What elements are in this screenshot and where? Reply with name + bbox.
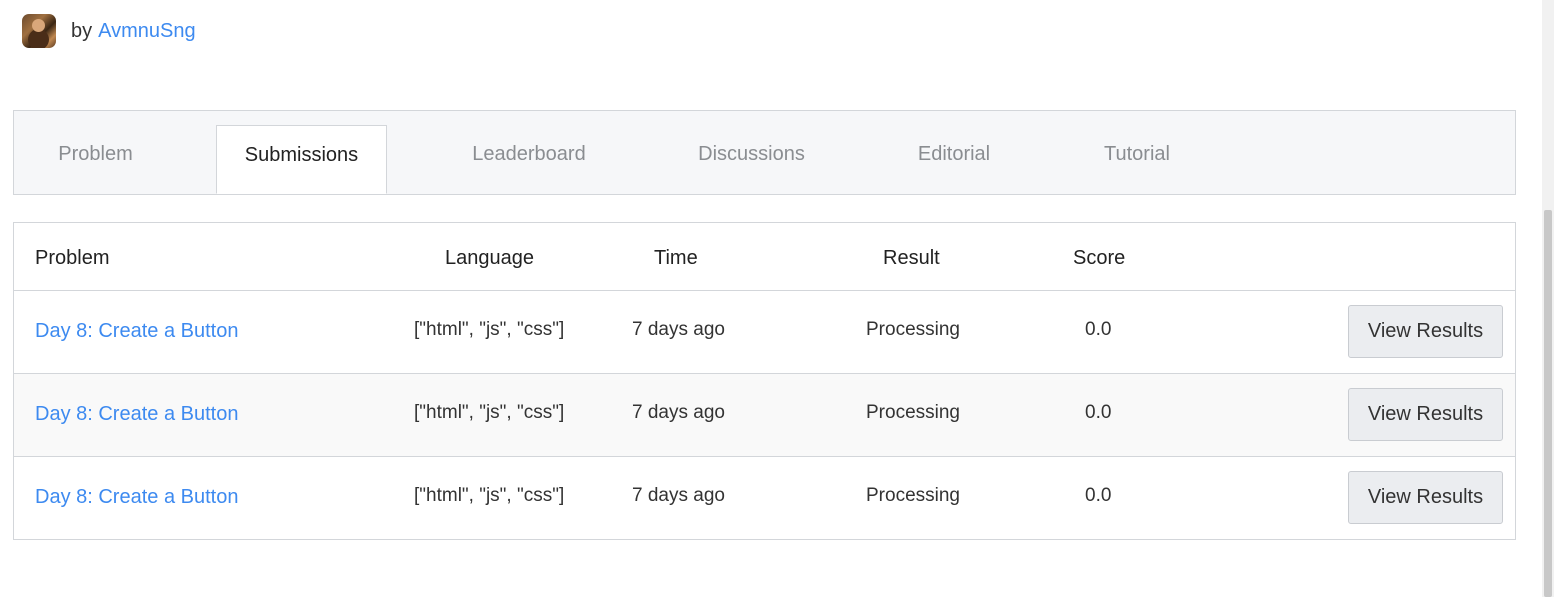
time-cell: 7 days ago — [632, 319, 725, 340]
by-label: by — [71, 19, 93, 42]
header-problem: Problem — [35, 247, 110, 269]
time-cell: 7 days ago — [632, 485, 725, 506]
score-cell: 0.0 — [1085, 319, 1112, 340]
view-results-button[interactable]: View Results — [1348, 388, 1503, 441]
tab-discussions[interactable]: Discussions — [668, 125, 835, 194]
table-header: Problem Language Time Result Score — [14, 223, 1515, 291]
tab-tutorial[interactable]: Tutorial — [1080, 125, 1194, 194]
table-row: Day 8: Create a Button ["html", "js", "c… — [14, 374, 1515, 457]
language-cell: ["html", "js", "css"] — [414, 402, 565, 423]
scrollbar-thumb[interactable] — [1544, 210, 1552, 597]
page: by AvmnuSng Problem Submissions Leaderbo… — [0, 0, 1554, 597]
language-cell: ["html", "js", "css"] — [414, 319, 565, 340]
header-score: Score — [1073, 247, 1126, 269]
view-results-button[interactable]: View Results — [1348, 471, 1503, 524]
score-cell: 0.0 — [1085, 402, 1112, 423]
table-row: Day 8: Create a Button ["html", "js", "c… — [14, 291, 1515, 374]
tab-submissions[interactable]: Submissions — [216, 125, 387, 194]
problem-link[interactable]: Day 8: Create a Button — [35, 457, 238, 537]
avatar[interactable] — [22, 14, 56, 48]
submissions-table: Problem Language Time Result Score Day 8… — [13, 222, 1516, 540]
header-time: Time — [654, 247, 698, 269]
view-results-button[interactable]: View Results — [1348, 305, 1503, 358]
score-cell: 0.0 — [1085, 485, 1112, 506]
header-result: Result — [883, 247, 940, 269]
problem-link[interactable]: Day 8: Create a Button — [35, 291, 238, 371]
tab-bar: Problem Submissions Leaderboard Discussi… — [13, 110, 1516, 195]
result-cell: Processing — [866, 402, 960, 423]
tab-problem[interactable]: Problem — [28, 125, 163, 194]
result-cell: Processing — [866, 485, 960, 506]
tab-editorial[interactable]: Editorial — [894, 125, 1014, 194]
author-line: by AvmnuSng — [22, 14, 196, 48]
time-cell: 7 days ago — [632, 402, 725, 423]
result-cell: Processing — [866, 319, 960, 340]
problem-link[interactable]: Day 8: Create a Button — [35, 374, 238, 454]
page-scrollbar[interactable] — [1542, 0, 1554, 597]
language-cell: ["html", "js", "css"] — [414, 485, 565, 506]
header-language: Language — [445, 247, 534, 269]
tab-leaderboard[interactable]: Leaderboard — [444, 125, 614, 194]
table-row: Day 8: Create a Button ["html", "js", "c… — [14, 457, 1515, 539]
author-link[interactable]: AvmnuSng — [98, 20, 195, 43]
